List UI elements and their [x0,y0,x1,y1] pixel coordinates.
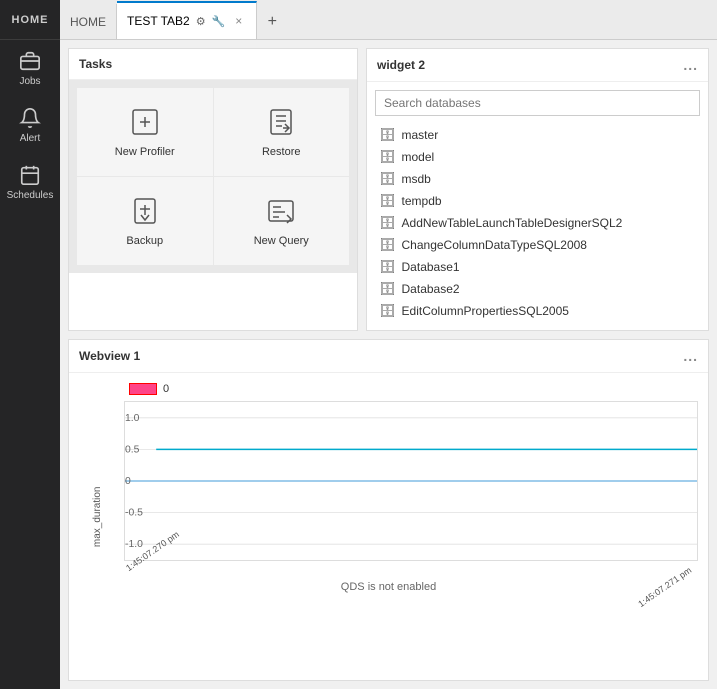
sidebar-schedules-label: Schedules [7,190,54,201]
tab-close-button[interactable]: × [231,12,246,30]
tasks-widget: Tasks New Profiler [68,48,358,331]
db-search-input[interactable] [375,90,700,116]
webview-widget-header: Webview 1 ... [69,340,708,373]
tasks-widget-header: Tasks [69,49,357,80]
db-widget-header: widget 2 ... [367,49,708,82]
db-name: Database2 [402,282,460,296]
db-name: ChangeColumnDataTypeSQL2008 [402,238,587,252]
db-widget-title: widget 2 [377,58,425,72]
x-labels: 1:45:07.270 pm 1:45:07.271 pm [124,561,688,575]
list-item[interactable]: 🗄 msdb [375,168,700,190]
legend-color-box [129,383,157,395]
new-query-icon [265,195,297,227]
svg-text:-0.5: -0.5 [125,508,143,519]
svg-text:0.5: 0.5 [125,445,140,456]
task-backup-label: Backup [126,235,163,247]
db-name: EditColumnPropertiesSQL2005 [402,304,569,318]
sidebar: HOME Jobs Alert Schedules [0,0,60,689]
tab-add-button[interactable]: + [257,4,287,39]
list-item[interactable]: 🗄 EditColumnPropertiesSQL2005 [375,300,700,322]
db-name: tempdb [402,194,442,208]
webview-widget: Webview 1 ... 0 max_duration [68,339,709,681]
db-list: 🗄 master 🗄 model 🗄 msdb 🗄 tempdb [367,124,708,330]
db-name: Database1 [402,260,460,274]
restore-icon [265,106,297,138]
bell-icon [19,107,41,129]
tab-bar: HOME TEST TAB2 ⚙ 🔧 × + [60,0,717,40]
database-icon: 🗄 [379,149,396,165]
list-item[interactable]: 🗄 ChangeColumnDataTypeSQL2008 [375,234,700,256]
task-new-query[interactable]: New Query [214,177,350,265]
tab-home[interactable]: HOME [60,4,117,39]
database-icon: 🗄 [379,259,396,275]
task-backup[interactable]: Backup [77,177,213,265]
task-restore[interactable]: Restore [214,88,350,176]
svg-text:-1.0: -1.0 [125,539,143,550]
tab-test-tab2[interactable]: TEST TAB2 ⚙ 🔧 × [117,1,257,39]
sidebar-home[interactable]: HOME [0,0,60,40]
chart-legend: 0 [79,383,698,395]
database-icon: 🗄 [379,303,396,319]
content-area: Tasks New Profiler [60,40,717,689]
chart-svg: 1.0 0.5 0 -0.5 -1.0 [125,402,697,560]
list-item[interactable]: 🗄 master [375,124,700,146]
database-icon: 🗄 [379,127,396,143]
db-name: AddNewTableLaunchTableDesignerSQL2 [402,216,623,230]
chart-area: 0 max_duration [69,373,708,575]
tab-tools-icon: 🔧 [212,15,226,28]
database-icon: 🗄 [379,281,396,297]
task-new-profiler-label: New Profiler [115,146,175,158]
db-name: model [402,150,435,164]
list-item[interactable]: 🗄 Database2 [375,278,700,300]
svg-text:1.0: 1.0 [125,413,140,424]
y-axis-label: max_duration [92,487,103,548]
sidebar-jobs-label: Jobs [19,76,40,87]
briefcase-icon [19,50,41,72]
list-item[interactable]: 🗄 tempdb [375,190,700,212]
chart-container: 1.0 0.5 0 -0.5 -1.0 [124,401,698,561]
db-widget-more[interactable]: ... [683,57,698,73]
database-icon: 🗄 [379,237,396,253]
tab-active-label: TEST TAB2 [127,14,190,28]
new-profiler-icon [129,106,161,138]
task-new-query-label: New Query [254,235,309,247]
tasks-grid: New Profiler Restore [69,80,357,273]
sidebar-item-schedules[interactable]: Schedules [0,154,60,211]
sidebar-alert-label: Alert [20,133,41,144]
sidebar-item-jobs[interactable]: Jobs [0,40,60,97]
db-name: master [402,128,439,142]
svg-text:0: 0 [125,476,131,487]
list-item[interactable]: 🗄 AddNewTableLaunchTableDesignerSQL2 [375,212,700,234]
list-item[interactable]: 🗄 Database1 [375,256,700,278]
task-new-profiler[interactable]: New Profiler [77,88,213,176]
db-widget: widget 2 ... 🗄 master 🗄 model 🗄 m [366,48,709,331]
tasks-widget-title: Tasks [79,57,112,71]
list-item[interactable]: 🗄 model [375,146,700,168]
calendar-icon [19,164,41,186]
database-icon: 🗄 [379,171,396,187]
main-area: HOME TEST TAB2 ⚙ 🔧 × + Tasks [60,0,717,689]
legend-value: 0 [163,383,169,395]
tab-settings-icon: ⚙ [196,15,206,28]
webview-widget-more[interactable]: ... [683,348,698,364]
database-icon: 🗄 [379,215,396,231]
webview-widget-title: Webview 1 [79,349,140,363]
sidebar-item-alert[interactable]: Alert [0,97,60,154]
chart-footer: QDS is not enabled [69,575,708,601]
top-row: Tasks New Profiler [68,48,709,331]
db-name: msdb [402,172,431,186]
backup-icon [129,195,161,227]
task-restore-label: Restore [262,146,301,158]
database-icon: 🗄 [379,193,396,209]
